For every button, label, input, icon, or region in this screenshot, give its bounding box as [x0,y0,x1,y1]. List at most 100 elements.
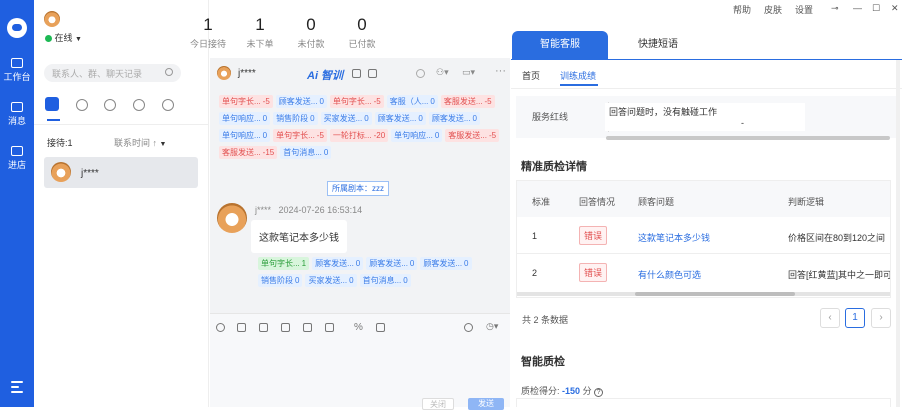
score-tag[interactable]: 顾客发送... 0 [312,257,364,270]
logic-text: 价格区间在80到120之间 [788,233,886,243]
score-tag[interactable]: 客服发送... -5 [440,95,495,108]
subtab-training[interactable]: 训练成绩 [560,69,596,82]
row-index: 1 [532,231,538,241]
skin-link[interactable]: 皮肤 [764,3,782,16]
score-tag[interactable]: 买家发送... 0 [305,274,357,287]
percent-icon[interactable]: % [354,322,363,333]
order-icon[interactable] [376,323,385,332]
score-tag[interactable]: 顾客发送... 0 [420,257,472,270]
user-tab-icon[interactable] [104,99,116,111]
column-header: 标准 [532,197,551,207]
emoji-icon[interactable] [216,323,225,332]
redline-text: 回答问题时，没有触碰工作 - [605,103,805,131]
nav-messages[interactable]: 消息 [0,102,34,127]
nav-messages-label: 消息 [7,116,26,126]
reception-count: 接待:1 [47,138,73,148]
score-tag[interactable]: 销售阶段 0 [258,274,303,287]
nav-store[interactable]: 进店 [0,146,34,171]
pin-icon[interactable]: ⊸ [831,3,839,14]
minimize-icon[interactable]: — [853,3,862,13]
score-tag[interactable]: 首句消息... 0 [359,274,411,287]
clock-tab-icon[interactable] [76,99,88,111]
score-tag[interactable]: 单句字长... -5 [219,95,273,108]
score-tag[interactable]: 销售阶段 0 [273,112,318,125]
group-tab-icon[interactable] [133,99,145,111]
tag-value: 0 [355,259,361,268]
score-tag[interactable]: 单句响应... 0 [219,129,271,142]
tag-value: 0 [295,276,300,285]
horizontal-scrollbar[interactable] [606,136,890,140]
score-tag[interactable]: 首句消息... 0 [280,146,332,159]
store-icon [11,146,23,156]
video-icon[interactable]: ▭▾ [462,67,475,78]
score-tag[interactable]: 买家发送... 0 [320,112,372,125]
sort-label: 联系时间 [114,138,151,148]
question-link[interactable]: 这款笔记本多少钱 [638,231,710,244]
contact-item[interactable]: j**** [44,157,198,188]
user-menu-icon[interactable]: ⚇▾ [436,67,449,78]
tag-text: 单句字长... [261,259,300,268]
score-tag[interactable]: 客服发送... -5 [445,129,500,142]
clock-menu-icon[interactable]: ◷▾ [486,321,498,332]
question-link[interactable]: 有什么颜色可选 [638,268,701,281]
search-icon [165,68,173,76]
workbench-icon [11,58,23,68]
stat-value: 0 [357,15,367,34]
menu-icon[interactable] [11,381,23,393]
history-icon[interactable] [464,323,473,332]
tab-quick-phrases[interactable]: 快捷短语 [610,31,706,59]
customer-avatar [217,66,231,80]
tag-value: -20 [373,131,386,140]
product-icon[interactable] [325,323,334,332]
nav-workbench[interactable]: 工作台 [0,58,34,83]
subtab-home[interactable]: 首页 [522,69,540,82]
score-tag[interactable]: 单句字长... -5 [329,95,384,108]
chat-tab-icon[interactable] [45,97,59,111]
tab-smart-service[interactable]: 智能客服 [512,31,608,59]
score-tag[interactable]: 一轮打标... -20 [329,129,389,142]
send-button[interactable]: 发送 [468,398,504,410]
org-tab-icon[interactable] [162,99,174,111]
online-dot-icon [45,35,52,42]
vertical-scrollbar[interactable] [896,60,900,407]
edit-icon[interactable] [368,69,377,78]
score-tag[interactable]: 单句响应... 0 [219,112,271,125]
note-icon[interactable] [352,69,361,78]
help-link[interactable]: 帮助 [733,3,751,16]
text-icon[interactable] [237,323,246,332]
active-tab-indicator [47,119,60,121]
tag-text: 买家发送... [323,114,363,123]
status-selector[interactable]: 在线 ▼ [45,31,82,44]
emoji-icon[interactable] [416,69,425,78]
more-icon[interactable]: ··· [495,65,506,77]
score-tag[interactable]: 单句字长... 1 [258,257,310,270]
status-label: 在线 [54,33,73,43]
score-tag[interactable]: 客服（人... 0 [386,95,438,108]
close-icon[interactable]: ✕ [891,3,899,14]
score-tag[interactable]: 单句响应... 0 [391,129,443,142]
image-icon[interactable] [259,323,268,332]
settings-link[interactable]: 设置 [795,3,813,16]
table-scrollbar-thumb[interactable] [635,292,795,296]
user-avatar[interactable] [44,11,60,27]
detail-title: 精准质检详情 [521,161,587,173]
score-tag[interactable]: 顾客发送... 0 [374,112,426,125]
ai-brand-logo: Ai 智训 [307,70,344,82]
page-button-current[interactable]: 1 [845,308,865,328]
folder-icon[interactable] [303,323,312,332]
score-tag[interactable]: 单句字长... -5 [273,129,327,142]
score-tag[interactable]: 顾客发送... 0 [428,112,480,125]
row-index: 2 [532,268,538,278]
video-file-icon[interactable] [281,323,290,332]
next-page-button[interactable]: › [871,308,891,328]
prev-page-button[interactable]: ‹ [820,308,840,328]
help-icon[interactable]: ? [594,388,604,397]
maximize-icon[interactable]: ☐ [872,3,880,14]
search-input[interactable]: 联系人、群、聊天记录 [44,64,181,82]
score-tag[interactable]: 顾客发送... 0 [275,95,327,108]
sort-selector[interactable]: 联系时间 ↑ ▼ [114,136,166,149]
close-button[interactable]: 关闭 [422,398,454,410]
score-tag[interactable]: 客服发送... -15 [219,146,278,159]
score-tag[interactable]: 顾客发送... 0 [366,257,418,270]
assistant-panel: 帮助 皮肤 设置 ⊸ — ☐ ✕ 智能客服 快捷短语 首页 训练成绩 服务红线 … [511,0,902,407]
